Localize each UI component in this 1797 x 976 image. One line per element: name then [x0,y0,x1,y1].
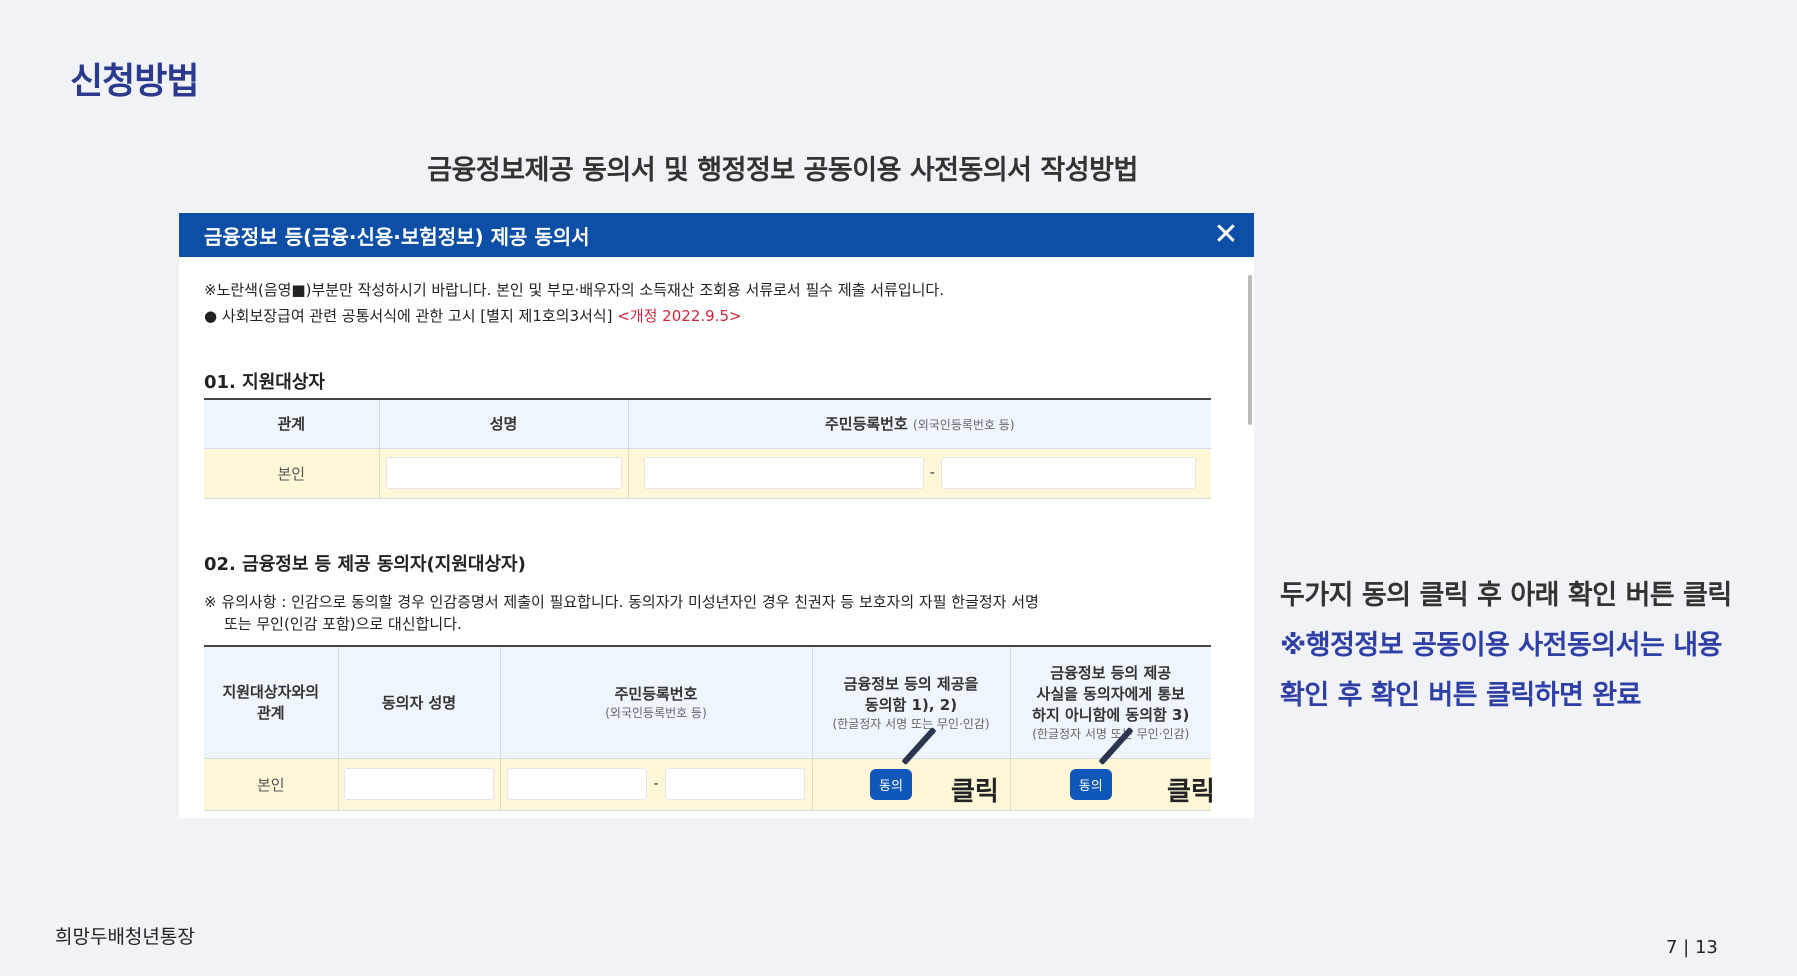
side-instruction-3: 확인 후 확인 버튼 클릭하면 완료 [1280,680,1641,711]
header-id: 주민등록번호 (외국인등록번호 등) [628,399,1211,449]
consenter-id-front-input[interactable] [507,768,648,800]
header-consent2-line2: 사실을 동의자에게 통보 [1036,685,1185,704]
section-title: 신청방법 [70,61,199,102]
page-heading: 금융정보제공 동의서 및 행정정보 공동이용 사전동의서 작성방법 [427,155,1138,186]
consenter-relation: 본인 [204,758,339,810]
consenter-row: 본인 - 동의 동의 [204,758,1211,810]
header-consenter-relation: 지원대상자와의 관계 [204,646,339,759]
header-consenter-name: 동의자 성명 [338,646,501,759]
header-id-label: 주민등록번호 [824,415,908,434]
notice-regulation-text: ● 사회보장급여 관련 공통서식에 관한 고시 [별지 제1호의3서식] [204,307,613,325]
applicant-id-separator: - [929,465,935,481]
header-consent2-note: (한글정자 서명 또는 무인·인감) [1032,727,1190,742]
applicant-name-input[interactable] [385,457,622,489]
dialog-header: 금융정보 등(금융·신용·보험정보) 제공 동의서 ✕ [179,213,1254,257]
header-consent1-note: (한글정자 서명 또는 무인·인감) [832,716,990,731]
close-icon[interactable]: ✕ [1210,219,1242,251]
section2-title: 02. 금융정보 등 제공 동의자(지원대상자) [204,554,526,575]
applicant-relation: 본인 [204,448,380,498]
consenter-table: 지원대상자와의 관계 동의자 성명 주민등록번호 (외국인등록번호 등) 금융정… [204,645,1211,811]
header-consenter-relation-line1: 지원대상자와의 [222,683,320,702]
header-relation: 관계 [204,399,380,449]
agree-button-2[interactable]: 동의 [1069,768,1112,800]
side-instruction-1: 두가지 동의 클릭 후 아래 확인 버튼 클릭 [1280,580,1732,611]
caution-line2: 또는 무인(인감 포함)으로 대신합니다. [224,615,462,633]
notice-regulation: ● 사회보장급여 관련 공통서식에 관한 고시 [별지 제1호의3서식] <개정… [204,305,742,326]
consenter-id-group: - [501,768,812,800]
header-consenter-relation-line2: 관계 [256,704,285,723]
header-name: 성명 [379,399,629,449]
header-consent1-line2: 동의함 1), 2) [864,695,958,714]
consenter-id-separator: - [653,776,659,792]
side-instruction-2: ※행정정보 공동이용 사전동의서는 내용 [1280,630,1722,661]
applicant-row: 본인 - [204,448,1211,498]
applicant-id-back-input[interactable] [940,457,1196,489]
page-number: 7 | 13 [1666,937,1718,958]
applicant-id-front-input[interactable] [643,457,924,489]
section1-title: 01. 지원대상자 [204,372,325,393]
scrollbar[interactable] [1248,275,1252,425]
header-consenter-id-label: 주민등록번호 [614,685,698,704]
header-consenter-id: 주민등록번호 (외국인등록번호 등) [500,646,813,759]
dialog-title: 금융정보 등(금융·신용·보험정보) 제공 동의서 [204,224,590,249]
consenter-id-cell: - [500,758,813,810]
revision-date: <개정 2022.9.5> [617,307,742,325]
footer-brand: 희망두배청년통장 [55,926,195,948]
consent-dialog: 금융정보 등(금융·신용·보험정보) 제공 동의서 ✕ ※노란색(음영■)부분만… [179,213,1254,818]
header-consent1: 금융정보 등의 제공을 동의함 1), 2) (한글정자 서명 또는 무인·인감… [812,646,1011,759]
notice-yellow: ※노란색(음영■)부분만 작성하시기 바랍니다. 본인 및 부모·배우자의 소득… [204,281,945,299]
consenter-id-back-input[interactable] [664,768,805,800]
caution-line1: ※ 유의사항 : 인감으로 동의할 경우 인감증명서 제출이 필요합니다. 동의… [204,593,1039,611]
consenter-name-input[interactable] [344,768,494,800]
applicant-header-row: 관계 성명 주민등록번호 (외국인등록번호 등) [204,399,1211,449]
click-label-1: 클릭 [951,777,999,807]
header-consent1-line1: 금융정보 등의 제공을 [843,674,979,693]
header-consent2-line3: 하지 아니함에 동의함 3) [1032,706,1190,725]
header-id-note: (외국인등록번호 등) [913,418,1015,433]
applicant-id-cell: - [628,448,1211,498]
applicant-table: 관계 성명 주민등록번호 (외국인등록번호 등) 본인 - [204,398,1211,499]
click-label-2: 클릭 [1167,777,1215,807]
agree-button-1[interactable]: 동의 [870,768,912,800]
header-consent2: 금융정보 등의 제공 사실을 동의자에게 통보 하지 아니함에 동의함 3) (… [1010,646,1211,759]
consenter-name-cell [338,758,501,810]
applicant-id-group: - [629,457,1212,489]
header-consenter-id-note: (외국인등록번호 등) [605,706,707,721]
header-consent2-line1: 금융정보 등의 제공 [1050,664,1172,683]
consenter-header-row: 지원대상자와의 관계 동의자 성명 주민등록번호 (외국인등록번호 등) 금융정… [204,646,1211,759]
applicant-name-cell [379,448,629,498]
